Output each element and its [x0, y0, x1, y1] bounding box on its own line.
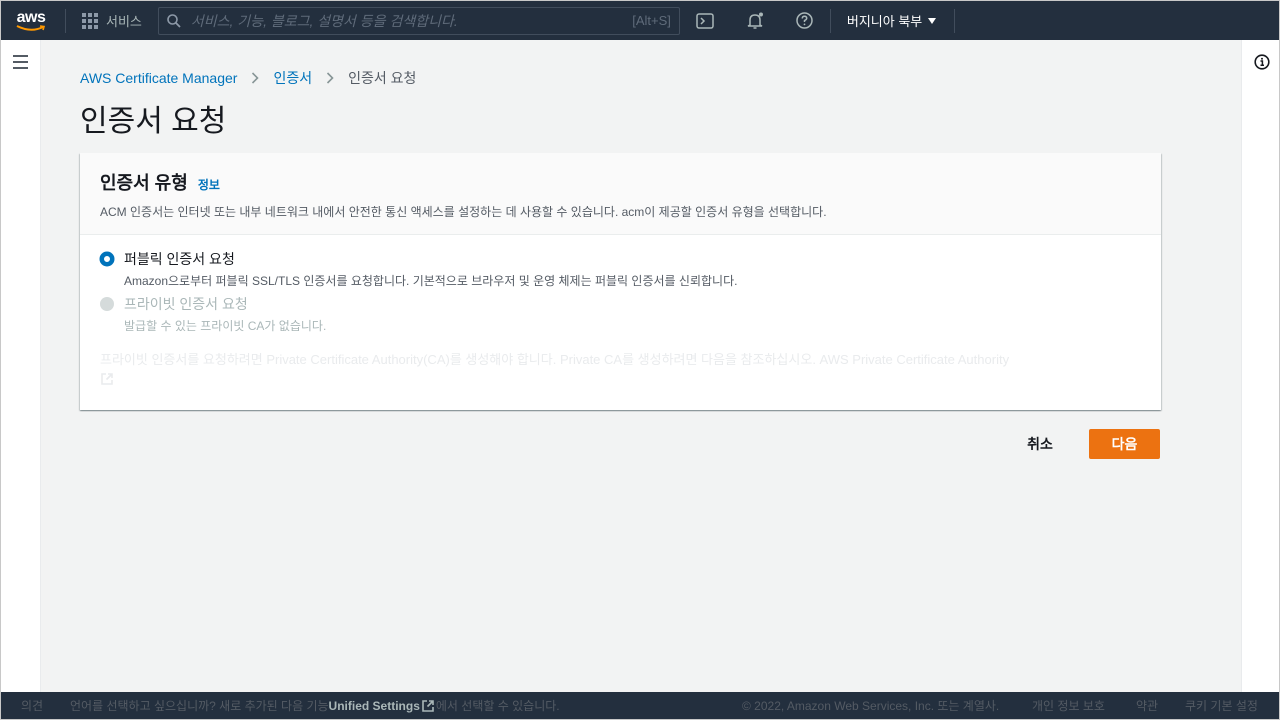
side-navigation-rail [1, 40, 41, 692]
top-navigation: aws 서비스 서비스, 기능, 블로그, 설명서 등을 검색합니다. [Alt… [1, 1, 1279, 40]
nav-divider [954, 8, 956, 33]
help-icon [796, 12, 814, 29]
cancel-button[interactable]: 취소 [1010, 434, 1070, 454]
cookie-preferences-link[interactable]: 쿠키 기본 설정 [1185, 692, 1258, 719]
region-selector[interactable]: 버지니아 북부 [831, 1, 954, 40]
aws-logo-text: aws [16, 8, 46, 26]
search-input[interactable]: 서비스, 기능, 블로그, 설명서 등을 검색합니다. [Alt+S] [157, 6, 680, 35]
terminal-icon [696, 12, 714, 29]
private-ca-notice-text: 프라이빗 인증서를 요청하려면 Private Certificate Auth… [100, 352, 1010, 367]
copyright: © 2022, Amazon Web Services, Inc. 또는 계열사… [742, 699, 1000, 713]
panel-title: 인증서 유형 [100, 173, 188, 193]
aws-smile-icon [16, 24, 46, 31]
option-label: 프라이빗 인증서 요청 [124, 296, 248, 312]
private-certificate-radio [100, 297, 114, 311]
unified-settings-link[interactable]: Unified Settings [329, 699, 420, 713]
region-label: 버지니아 북부 [846, 14, 923, 29]
next-button[interactable]: 다음 [1089, 429, 1160, 459]
chevron-right-icon [312, 72, 348, 84]
private-ca-notice: 프라이빗 인증서를 요청하려면 Private Certificate Auth… [100, 350, 1140, 392]
help-button[interactable] [780, 1, 830, 40]
language-suffix-text: 에서 선택할 수 있습니다. [435, 699, 560, 713]
breadcrumb-certificates-link[interactable]: 인증서 [273, 68, 312, 88]
external-link-icon [422, 699, 434, 712]
info-icon [1254, 54, 1270, 70]
search-shortcut: [Alt+S] [632, 13, 671, 28]
panel-header: 인증서 유형 정보 ACM 인증서는 인터넷 또는 내부 네트워크 내에서 안전… [80, 153, 1161, 235]
services-menu-button[interactable]: 서비스 [66, 1, 156, 40]
info-link[interactable]: 정보 [198, 176, 220, 193]
caret-down-icon [928, 17, 937, 24]
page-title: 인증서 요청 [80, 105, 227, 138]
form-actions: 취소 다음 [1010, 429, 1160, 459]
option-description: 발급할 수 있는 프라이빗 CA가 없습니다. [124, 319, 327, 333]
search-placeholder: 서비스, 기능, 블로그, 설명서 등을 검색합니다. [190, 12, 458, 29]
certificate-type-panel: 인증서 유형 정보 ACM 인증서는 인터넷 또는 내부 네트워크 내에서 안전… [80, 153, 1161, 410]
panel-description: ACM 인증서는 인터넷 또는 내부 네트워크 내에서 안전한 통신 액세스를 … [100, 205, 827, 219]
bell-icon [747, 12, 763, 29]
privacy-link[interactable]: 개인 정보 보호 [1032, 692, 1105, 719]
breadcrumb-current: 인증서 요청 [348, 70, 417, 86]
language-prompt: 언어를 선택하고 싶으십니까? 새로 추가된 다음 기능 Unified Set… [70, 692, 560, 719]
option-label: 퍼블릭 인증서 요청 [124, 251, 235, 267]
public-certificate-radio[interactable] [100, 252, 114, 266]
grid-icon [82, 12, 98, 29]
option-description: Amazon으로부터 퍼블릭 SSL/TLS 인증서를 요청합니다. 기본적으로… [124, 274, 738, 288]
feedback-link[interactable]: 의견 [21, 692, 43, 719]
terms-link[interactable]: 약관 [1136, 692, 1158, 719]
search-icon [167, 13, 181, 28]
info-panel-button[interactable] [1254, 54, 1270, 75]
external-link-icon[interactable] [100, 372, 1140, 392]
language-prompt-text: 언어를 선택하고 싶으십니까? 새로 추가된 다음 기능 [70, 699, 329, 713]
tools-rail [1241, 40, 1279, 692]
footer: 의견 언어를 선택하고 싶으십니까? 새로 추가된 다음 기능 Unified … [1, 692, 1279, 719]
notifications-button[interactable] [730, 1, 780, 40]
private-certificate-option: 프라이빗 인증서 요청 발급할 수 있는 프라이빗 CA가 없습니다. [100, 294, 326, 334]
public-certificate-option[interactable]: 퍼블릭 인증서 요청 Amazon으로부터 퍼블릭 SSL/TLS 인증서를 요… [100, 249, 737, 289]
services-label: 서비스 [106, 14, 142, 29]
chevron-right-icon [237, 72, 273, 84]
breadcrumb-acm-link[interactable]: AWS Certificate Manager [80, 70, 237, 86]
breadcrumb: AWS Certificate Manager 인증서 인증서 요청 [80, 68, 416, 88]
cloudshell-button[interactable] [680, 1, 730, 40]
aws-logo[interactable]: aws [1, 1, 53, 40]
menu-icon[interactable] [13, 55, 28, 73]
